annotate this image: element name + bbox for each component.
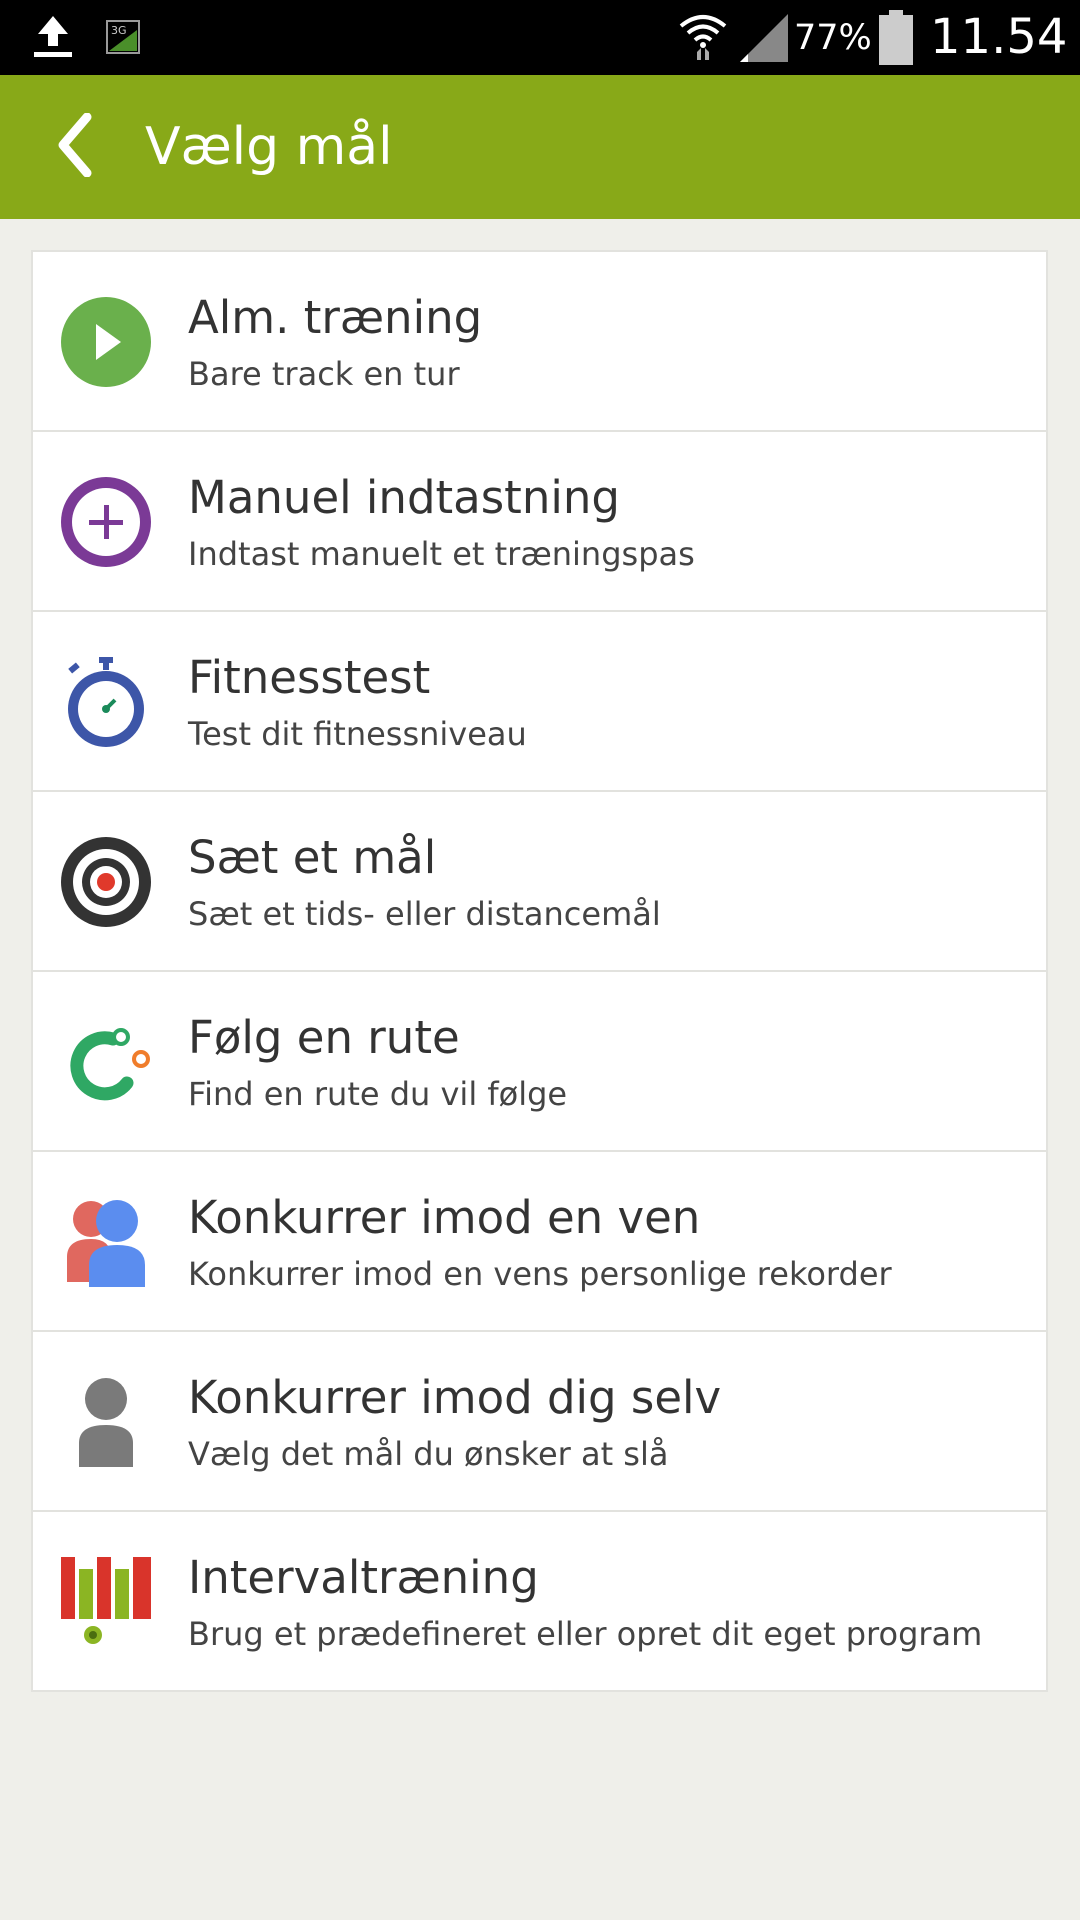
list-item-manual-entry[interactable]: Manuel indtastning Indtast manuelt et tr…	[33, 432, 1046, 612]
battery-icon	[877, 10, 915, 70]
list-item-compete-friend[interactable]: Konkurrer imod en ven Konkurrer imod en …	[33, 1152, 1046, 1332]
item-subtitle: Brug et prædefineret eller opret dit ege…	[188, 1615, 983, 1653]
item-subtitle: Find en rute du vil følge	[188, 1075, 568, 1113]
item-title: Manuel indtastning	[188, 471, 620, 524]
target-icon	[61, 837, 151, 927]
item-title: Konkurrer imod dig selv	[188, 1371, 722, 1424]
item-subtitle: Indtast manuelt et træningspas	[188, 535, 695, 573]
item-title: Intervaltræning	[188, 1551, 539, 1604]
list-item-set-goal[interactable]: Sæt et mål Sæt et tids- eller distancemå…	[33, 792, 1046, 972]
3g-data-icon: 3G	[106, 20, 140, 58]
plus-circle-icon	[61, 477, 151, 567]
goal-list: Alm. træning Bare track en tur Manuel in…	[31, 250, 1048, 1692]
item-title: Konkurrer imod en ven	[188, 1191, 701, 1244]
friends-icon	[61, 1197, 151, 1287]
route-icon	[61, 1017, 151, 1107]
item-title: Følg en rute	[188, 1011, 460, 1064]
play-icon	[61, 297, 151, 387]
status-bar: 3G 77% 11.54	[0, 0, 1080, 75]
stopwatch-icon	[61, 657, 151, 747]
item-subtitle: Bare track en tur	[188, 355, 460, 393]
app-bar: Vælg mål	[0, 75, 1080, 219]
back-button[interactable]	[40, 105, 110, 189]
list-item-follow-route[interactable]: Følg en rute Find en rute du vil følge	[33, 972, 1046, 1152]
list-item-interval-training[interactable]: Intervaltræning Brug et prædefineret ell…	[33, 1512, 1046, 1690]
list-item-fitness-test[interactable]: Fitnesstest Test dit fitnessniveau	[33, 612, 1046, 792]
item-title: Sæt et mål	[188, 831, 437, 884]
item-title: Alm. træning	[188, 291, 483, 344]
person-icon	[61, 1377, 151, 1467]
signal-icon	[738, 12, 788, 66]
clock: 11.54	[930, 9, 1068, 65]
list-item-general-training[interactable]: Alm. træning Bare track en tur	[33, 252, 1046, 432]
chevron-left-icon	[55, 112, 95, 181]
list-item-compete-self[interactable]: Konkurrer imod dig selv Vælg det mål du …	[33, 1332, 1046, 1512]
item-subtitle: Sæt et tids- eller distancemål	[188, 895, 661, 933]
interval-bars-icon	[61, 1557, 151, 1647]
item-subtitle: Konkurrer imod en vens personlige rekord…	[188, 1255, 892, 1293]
item-subtitle: Test dit fitnessniveau	[188, 715, 527, 753]
page-title: Vælg mål	[145, 117, 393, 177]
battery-percent: 77%	[794, 18, 872, 58]
item-title: Fitnesstest	[188, 651, 431, 704]
upload-icon	[30, 14, 76, 64]
svg-text:3G: 3G	[111, 24, 127, 37]
item-subtitle: Vælg det mål du ønsker at slå	[188, 1435, 669, 1473]
wifi-icon	[678, 10, 728, 68]
